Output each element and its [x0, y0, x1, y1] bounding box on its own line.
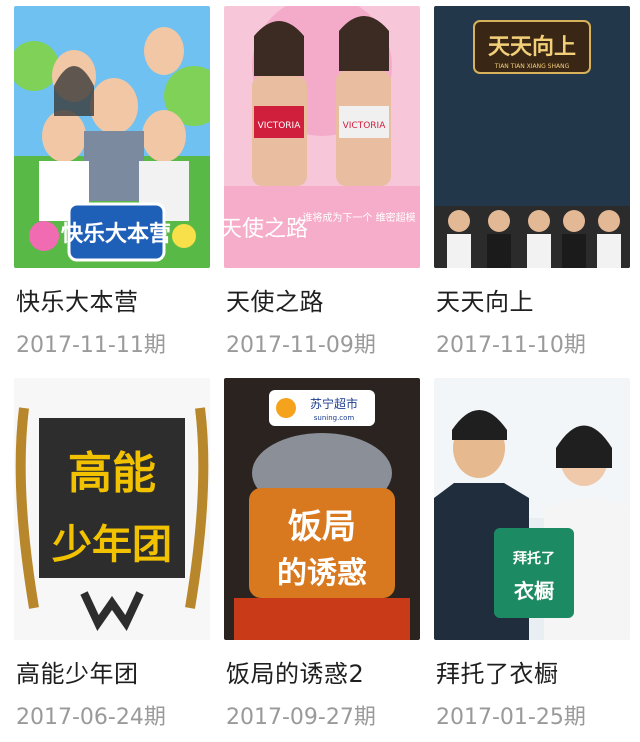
show-poster[interactable]: 苏宁超市 suning.com 饭局 的诱惑	[224, 378, 420, 640]
show-title[interactable]: 饭局的诱惑2	[226, 654, 364, 689]
episode-date: 2017-11-09期	[226, 333, 376, 358]
poster-fanju-image: 苏宁超市 suning.com 饭局 的诱惑	[224, 378, 420, 640]
show-title[interactable]: 高能少年团	[16, 654, 139, 689]
poster-logo-text: 快乐大本营	[61, 222, 171, 247]
poster-subtitle-text: 谁将成为下一个 维密超模	[302, 211, 415, 224]
poster-baituo-image: 拜托了 衣橱	[434, 378, 630, 640]
episode-date: 2017-06-24期	[16, 705, 166, 730]
show-poster[interactable]: VICTORIA VICTORIA 天使之路 谁将成为下一个 维密超模	[224, 6, 420, 268]
poster-tianshi-image: VICTORIA VICTORIA 天使之路 谁将成为下一个 维密超模	[224, 6, 420, 268]
show-title[interactable]: 天天向上	[436, 282, 534, 317]
poster-subtitle-text: TIAN TIAN XIANG SHANG	[494, 63, 570, 70]
svg-text:VICTORIA: VICTORIA	[343, 121, 387, 131]
show-poster[interactable]: 快乐大本营	[14, 6, 210, 268]
show-title[interactable]: 快乐大本营	[16, 282, 139, 317]
episode-date: 2017-01-25期	[436, 705, 586, 730]
svg-text:suning.com: suning.com	[314, 414, 355, 422]
show-poster[interactable]: 天天向上 TIAN TIAN XIANG SHANG	[434, 6, 630, 268]
poster-gaoneng-image: 高能 少年团	[14, 378, 210, 640]
poster-kuaile-image: 快乐大本营	[14, 6, 210, 268]
poster-logo-text: 拜托了	[513, 550, 555, 567]
episode-date: 2017-11-11期	[16, 333, 166, 358]
variety-show-grid: 快乐大本营 快乐大本营 2017-11-11期 VICTORIA VICTORI…	[0, 0, 640, 742]
show-poster[interactable]: 高能 少年团	[14, 378, 210, 640]
poster-brand-text: VICTORIA	[258, 121, 302, 131]
svg-text:少年团: 少年团	[52, 522, 172, 568]
episode-date: 2017-11-10期	[436, 333, 586, 358]
show-title[interactable]: 天使之路	[226, 282, 324, 317]
episode-date: 2017-09-27期	[226, 705, 376, 730]
poster-logo-text: 天使之路	[224, 217, 308, 242]
poster-logo-text: 饭局	[288, 507, 356, 547]
svg-text:衣橱: 衣橱	[514, 579, 554, 603]
poster-brand-text: 苏宁超市	[310, 396, 358, 411]
poster-logo-text: 高能	[68, 448, 156, 499]
poster-tiantian-image: 天天向上 TIAN TIAN XIANG SHANG	[434, 6, 630, 268]
show-title[interactable]: 拜托了衣橱	[436, 654, 559, 689]
poster-logo-text: 天天向上	[488, 34, 576, 60]
svg-text:的诱惑: 的诱惑	[277, 556, 367, 591]
show-poster[interactable]: 拜托了 衣橱	[434, 378, 630, 640]
